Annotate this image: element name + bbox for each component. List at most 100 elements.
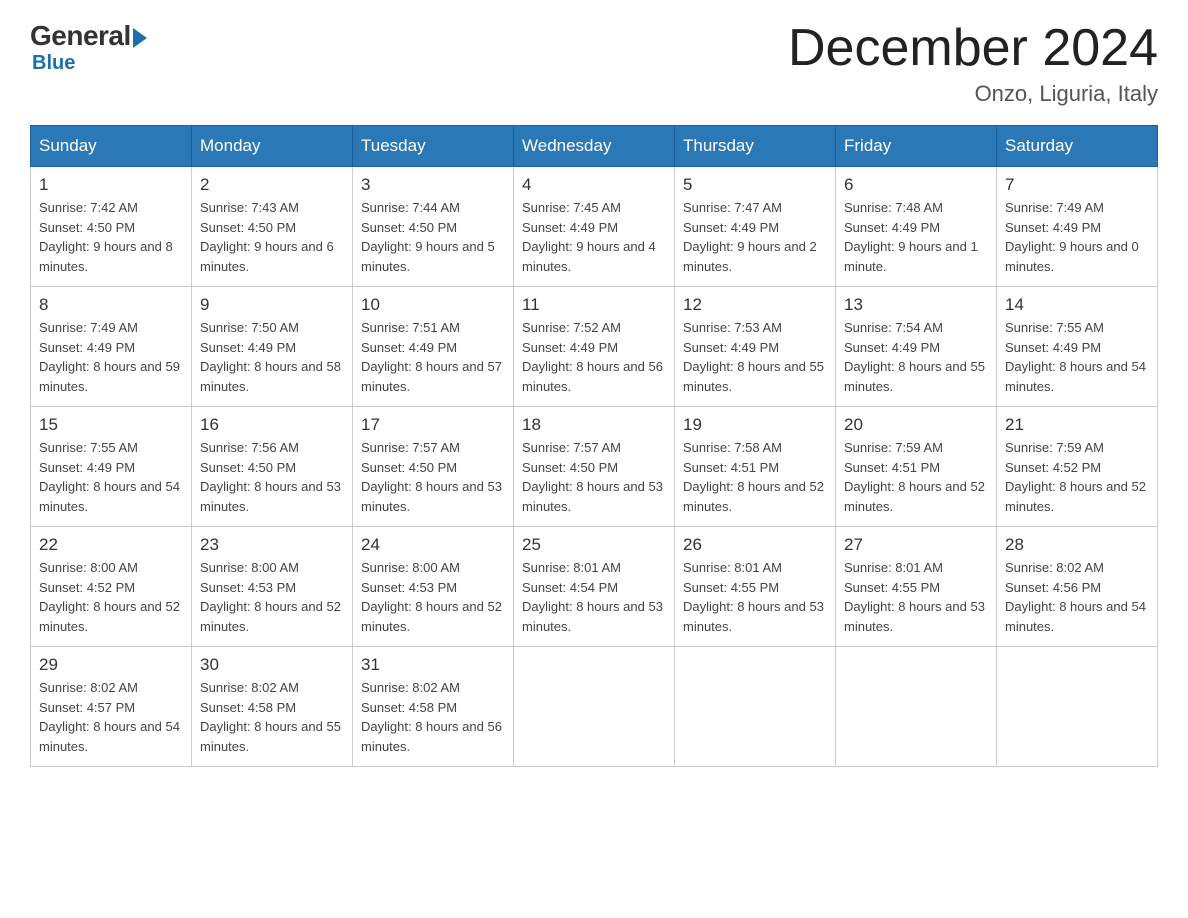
day-info: Sunrise: 8:01 AMSunset: 4:55 PMDaylight:… xyxy=(844,558,988,636)
day-info: Sunrise: 7:48 AMSunset: 4:49 PMDaylight:… xyxy=(844,198,988,276)
calendar-cell: 2 Sunrise: 7:43 AMSunset: 4:50 PMDaylight… xyxy=(192,167,353,287)
calendar-title: December 2024 xyxy=(788,20,1158,77)
day-info: Sunrise: 8:01 AMSunset: 4:54 PMDaylight:… xyxy=(522,558,666,636)
header-monday: Monday xyxy=(192,126,353,167)
calendar-cell: 31 Sunrise: 8:02 AMSunset: 4:58 PMDayligh… xyxy=(353,647,514,767)
day-info: Sunrise: 7:47 AMSunset: 4:49 PMDaylight:… xyxy=(683,198,827,276)
day-number: 12 xyxy=(683,295,827,315)
calendar-cell: 11 Sunrise: 7:52 AMSunset: 4:49 PMDayligh… xyxy=(514,287,675,407)
day-info: Sunrise: 7:45 AMSunset: 4:49 PMDaylight:… xyxy=(522,198,666,276)
day-info: Sunrise: 7:44 AMSunset: 4:50 PMDaylight:… xyxy=(361,198,505,276)
day-number: 8 xyxy=(39,295,183,315)
day-number: 20 xyxy=(844,415,988,435)
day-info: Sunrise: 7:59 AMSunset: 4:51 PMDaylight:… xyxy=(844,438,988,516)
calendar-cell: 26 Sunrise: 8:01 AMSunset: 4:55 PMDayligh… xyxy=(675,527,836,647)
day-info: Sunrise: 8:00 AMSunset: 4:53 PMDaylight:… xyxy=(200,558,344,636)
day-number: 4 xyxy=(522,175,666,195)
calendar-cell: 18Sunrise: 7:57 AMSunset: 4:50 PMDayligh… xyxy=(514,407,675,527)
day-number: 17 xyxy=(361,415,505,435)
calendar-subtitle: Onzo, Liguria, Italy xyxy=(788,81,1158,107)
day-info: Sunrise: 7:43 AMSunset: 4:50 PMDaylight:… xyxy=(200,198,344,276)
day-number: 6 xyxy=(844,175,988,195)
logo: General Blue xyxy=(30,20,149,75)
calendar-cell: 15 Sunrise: 7:55 AMSunset: 4:49 PMDayligh… xyxy=(31,407,192,527)
day-info: Sunrise: 7:57 AMSunset: 4:50 PMDaylight:… xyxy=(522,438,666,516)
day-info: Sunrise: 8:02 AMSunset: 4:56 PMDaylight:… xyxy=(1005,558,1149,636)
day-number: 15 xyxy=(39,415,183,435)
day-info: Sunrise: 8:00 AMSunset: 4:52 PMDaylight:… xyxy=(39,558,183,636)
calendar-table: SundayMondayTuesdayWednesdayThursdayFrid… xyxy=(30,125,1158,767)
logo-general-text: General xyxy=(30,20,131,52)
day-number: 7 xyxy=(1005,175,1149,195)
day-number: 23 xyxy=(200,535,344,555)
day-info: Sunrise: 7:56 AMSunset: 4:50 PMDaylight:… xyxy=(200,438,344,516)
calendar-cell: 27 Sunrise: 8:01 AMSunset: 4:55 PMDayligh… xyxy=(836,527,997,647)
day-info: Sunrise: 7:55 AMSunset: 4:49 PMDaylight:… xyxy=(39,438,183,516)
day-number: 31 xyxy=(361,655,505,675)
day-number: 25 xyxy=(522,535,666,555)
day-number: 26 xyxy=(683,535,827,555)
day-info: Sunrise: 8:02 AMSunset: 4:57 PMDaylight:… xyxy=(39,678,183,756)
calendar-cell: 16Sunrise: 7:56 AMSunset: 4:50 PMDayligh… xyxy=(192,407,353,527)
day-info: Sunrise: 7:58 AMSunset: 4:51 PMDaylight:… xyxy=(683,438,827,516)
day-info: Sunrise: 8:01 AMSunset: 4:55 PMDaylight:… xyxy=(683,558,827,636)
calendar-cell: 20 Sunrise: 7:59 AMSunset: 4:51 PMDayligh… xyxy=(836,407,997,527)
day-number: 1 xyxy=(39,175,183,195)
calendar-cell: 3Sunrise: 7:44 AMSunset: 4:50 PMDaylight… xyxy=(353,167,514,287)
day-number: 27 xyxy=(844,535,988,555)
calendar-cell: 7Sunrise: 7:49 AMSunset: 4:49 PMDaylight… xyxy=(997,167,1158,287)
day-info: Sunrise: 7:51 AMSunset: 4:49 PMDaylight:… xyxy=(361,318,505,396)
day-info: Sunrise: 7:59 AMSunset: 4:52 PMDaylight:… xyxy=(1005,438,1149,516)
calendar-cell: 25 Sunrise: 8:01 AMSunset: 4:54 PMDayligh… xyxy=(514,527,675,647)
day-info: Sunrise: 7:52 AMSunset: 4:49 PMDaylight:… xyxy=(522,318,666,396)
title-block: December 2024 Onzo, Liguria, Italy xyxy=(788,20,1158,107)
day-number: 9 xyxy=(200,295,344,315)
logo-bottom-text: Blue xyxy=(32,52,75,75)
day-number: 13 xyxy=(844,295,988,315)
calendar-cell: 14 Sunrise: 7:55 AMSunset: 4:49 PMDayligh… xyxy=(997,287,1158,407)
day-number: 11 xyxy=(522,295,666,315)
calendar-cell: 29 Sunrise: 8:02 AMSunset: 4:57 PMDayligh… xyxy=(31,647,192,767)
calendar-cell: 30 Sunrise: 8:02 AMSunset: 4:58 PMDayligh… xyxy=(192,647,353,767)
calendar-week-3: 15 Sunrise: 7:55 AMSunset: 4:49 PMDayligh… xyxy=(31,407,1158,527)
calendar-header-row: SundayMondayTuesdayWednesdayThursdayFrid… xyxy=(31,126,1158,167)
calendar-cell xyxy=(514,647,675,767)
day-info: Sunrise: 7:55 AMSunset: 4:49 PMDaylight:… xyxy=(1005,318,1149,396)
calendar-week-1: 1 Sunrise: 7:42 AMSunset: 4:50 PMDaylight… xyxy=(31,167,1158,287)
day-number: 2 xyxy=(200,175,344,195)
day-number: 19 xyxy=(683,415,827,435)
calendar-cell: 1 Sunrise: 7:42 AMSunset: 4:50 PMDaylight… xyxy=(31,167,192,287)
calendar-cell: 22Sunrise: 8:00 AMSunset: 4:52 PMDayligh… xyxy=(31,527,192,647)
day-number: 28 xyxy=(1005,535,1149,555)
calendar-cell: 10Sunrise: 7:51 AMSunset: 4:49 PMDayligh… xyxy=(353,287,514,407)
calendar-week-4: 22Sunrise: 8:00 AMSunset: 4:52 PMDayligh… xyxy=(31,527,1158,647)
calendar-cell xyxy=(997,647,1158,767)
calendar-cell: 19 Sunrise: 7:58 AMSunset: 4:51 PMDayligh… xyxy=(675,407,836,527)
day-info: Sunrise: 7:42 AMSunset: 4:50 PMDaylight:… xyxy=(39,198,183,276)
day-info: Sunrise: 8:02 AMSunset: 4:58 PMDaylight:… xyxy=(200,678,344,756)
calendar-cell: 21 Sunrise: 7:59 AMSunset: 4:52 PMDayligh… xyxy=(997,407,1158,527)
calendar-cell: 6 Sunrise: 7:48 AMSunset: 4:49 PMDaylight… xyxy=(836,167,997,287)
calendar-cell: 4 Sunrise: 7:45 AMSunset: 4:49 PMDaylight… xyxy=(514,167,675,287)
day-number: 30 xyxy=(200,655,344,675)
day-info: Sunrise: 7:54 AMSunset: 4:49 PMDaylight:… xyxy=(844,318,988,396)
day-info: Sunrise: 8:02 AMSunset: 4:58 PMDaylight:… xyxy=(361,678,505,756)
calendar-cell: 9Sunrise: 7:50 AMSunset: 4:49 PMDaylight… xyxy=(192,287,353,407)
day-info: Sunrise: 7:53 AMSunset: 4:49 PMDaylight:… xyxy=(683,318,827,396)
header-thursday: Thursday xyxy=(675,126,836,167)
day-info: Sunrise: 8:00 AMSunset: 4:53 PMDaylight:… xyxy=(361,558,505,636)
calendar-week-2: 8 Sunrise: 7:49 AMSunset: 4:49 PMDaylight… xyxy=(31,287,1158,407)
calendar-cell: 23 Sunrise: 8:00 AMSunset: 4:53 PMDayligh… xyxy=(192,527,353,647)
calendar-cell xyxy=(675,647,836,767)
day-info: Sunrise: 7:49 AMSunset: 4:49 PMDaylight:… xyxy=(39,318,183,396)
day-info: Sunrise: 7:57 AMSunset: 4:50 PMDaylight:… xyxy=(361,438,505,516)
calendar-cell: 17 Sunrise: 7:57 AMSunset: 4:50 PMDayligh… xyxy=(353,407,514,527)
day-number: 14 xyxy=(1005,295,1149,315)
calendar-cell: 5 Sunrise: 7:47 AMSunset: 4:49 PMDaylight… xyxy=(675,167,836,287)
day-number: 21 xyxy=(1005,415,1149,435)
day-number: 29 xyxy=(39,655,183,675)
calendar-cell: 12 Sunrise: 7:53 AMSunset: 4:49 PMDayligh… xyxy=(675,287,836,407)
logo-arrow-icon xyxy=(133,28,147,48)
calendar-week-5: 29 Sunrise: 8:02 AMSunset: 4:57 PMDayligh… xyxy=(31,647,1158,767)
day-number: 5 xyxy=(683,175,827,195)
